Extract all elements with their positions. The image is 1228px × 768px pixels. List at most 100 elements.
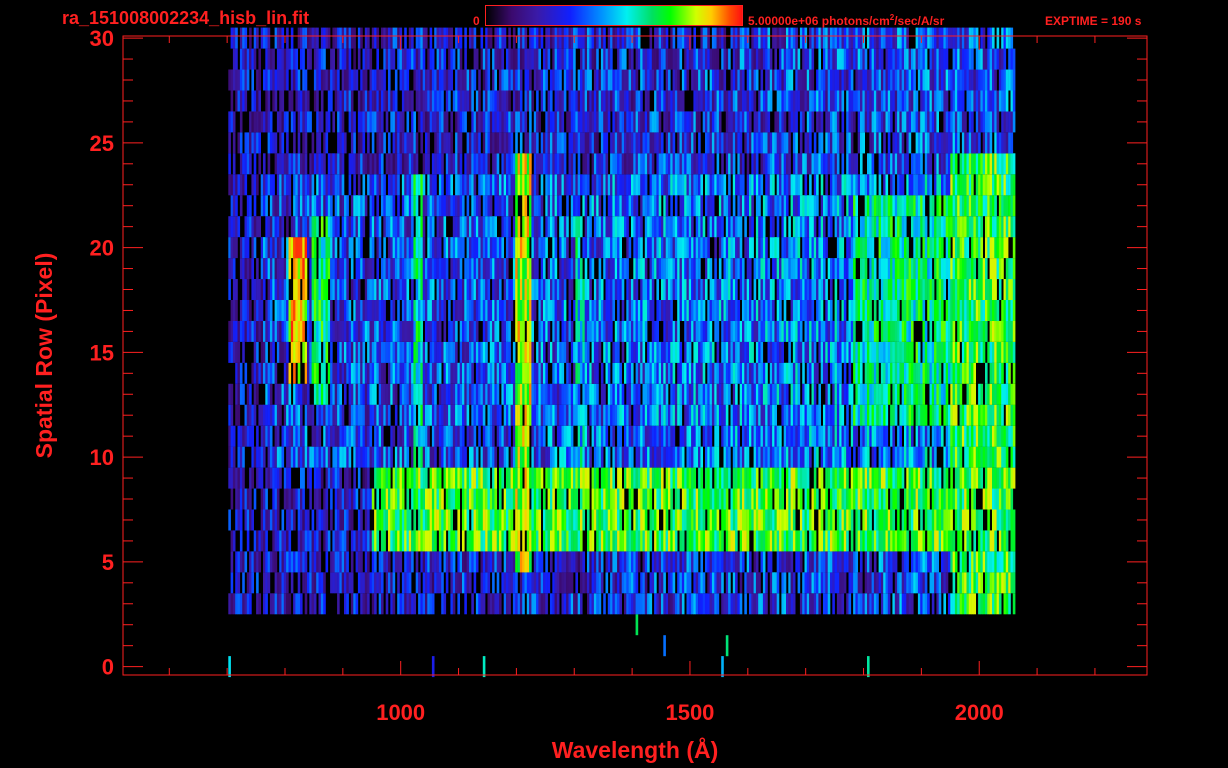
heat-cell [786,425,789,447]
heat-cell [681,279,685,300]
heat-cell [325,509,329,531]
heat-cell [651,551,655,573]
heat-cell [311,572,315,594]
heat-cell [982,425,986,447]
heat-cell [718,404,722,426]
heat-cell [263,258,266,280]
heat-cell [751,320,754,342]
heat-cell [561,530,565,552]
heat-cell [489,593,493,615]
heat-cell [776,341,780,363]
heat-cell [408,404,412,426]
heat-cell [860,488,863,510]
heat-cell [901,446,905,468]
heat-cell [758,530,761,552]
heat-cell [427,362,430,384]
heat-cell [899,467,902,489]
heat-cell [811,383,815,405]
heat-cell [357,551,361,573]
heat-cell [959,488,963,510]
heat-cell [730,258,734,280]
heat-cell [431,488,435,510]
heat-cell [309,341,312,363]
heat-cell [931,383,935,405]
heat-cell [478,383,481,405]
heat-cell [526,383,530,405]
heat-cell [596,320,599,342]
heat-cell [330,425,333,447]
heat-cell [404,572,407,594]
heat-cell [654,404,657,426]
heat-cell [1010,509,1014,531]
heat-cell [531,258,534,280]
heat-cell [825,279,828,300]
heat-cell [954,488,958,510]
heat-cell [533,551,537,573]
heat-cell [1012,551,1016,573]
heat-cell [390,509,393,531]
heat-cell [922,593,926,615]
heat-cell [1001,467,1004,489]
heat-cell [320,593,324,615]
heat-cell [612,258,615,280]
heat-cell [339,341,342,363]
heat-cell [563,383,567,405]
heat-cell [927,341,930,363]
heat-cell [883,425,886,447]
heat-cell [941,488,944,510]
heat-cell [721,425,724,447]
heat-cell [418,258,421,280]
heat-cell [600,551,604,573]
heat-cell [908,258,912,280]
heat-cell [596,593,599,615]
heat-cell [418,530,421,552]
heat-cell [269,362,273,384]
heat-cell [830,425,833,447]
heat-cell [670,300,673,321]
heat-cell [820,509,824,531]
heat-cell [670,279,673,300]
heat-cell [931,488,935,510]
heat-cell [760,467,764,489]
heat-cell [450,467,453,489]
heat-cell [346,362,349,384]
heat-cell [441,593,444,615]
heat-cell [818,572,821,594]
heat-cell [647,341,650,363]
heat-cell [732,551,736,573]
heat-cell [656,300,659,321]
heat-cell [906,300,909,321]
heat-cell [795,446,798,468]
heat-cell [464,593,467,615]
heat-cell [776,258,780,280]
heat-cell [950,593,953,615]
heat-cell [788,551,791,573]
heat-cell [355,341,359,363]
heat-cell [545,383,548,405]
heat-cell [554,509,558,531]
heat-cell [633,320,636,342]
heat-cell [853,572,856,594]
heat-cell [503,509,507,531]
heat-cell [797,383,801,405]
heat-cell [716,467,720,489]
heat-cell [714,300,717,321]
heat-cell [415,425,419,447]
heat-cell [316,341,319,363]
heat-cell [496,300,500,321]
heat-cell [911,279,914,300]
heat-cell [427,320,430,342]
heat-cell [297,362,301,384]
heat-cell [350,551,354,573]
heat-cell [388,446,391,468]
heat-cell [906,425,909,447]
heat-cell [681,383,685,405]
heat-cell [397,279,400,300]
heat-cell [867,593,870,615]
heat-cell [698,425,701,447]
heat-cell [545,572,548,594]
heat-cell [931,551,935,573]
heat-cell [515,425,518,447]
heat-cell [406,279,410,300]
heat-cell [267,300,271,321]
